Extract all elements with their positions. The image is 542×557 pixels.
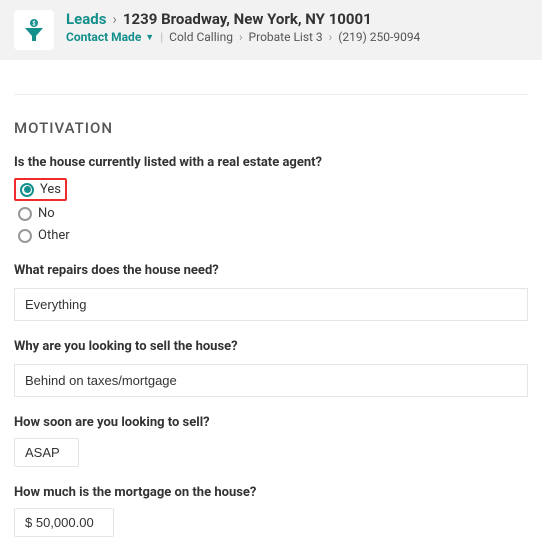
chevron-right-icon: ›	[112, 10, 117, 28]
mortgage-input[interactable]	[14, 508, 114, 537]
question-listed-agent: Is the house currently listed with a rea…	[14, 155, 528, 170]
radio-label: Other	[38, 228, 70, 243]
breadcrumb-primary: Leads › 1239 Broadway, New York, NY 1000…	[66, 10, 528, 28]
page-header: $ Leads › 1239 Broadway, New York, NY 10…	[0, 0, 542, 60]
breadcrumb-leads[interactable]: Leads	[66, 10, 106, 28]
breadcrumb-secondary: Contact Made ▼ | Cold Calling › Probate …	[66, 30, 528, 44]
radio-label: Yes	[40, 182, 61, 197]
radio-option-yes[interactable]: Yes	[14, 178, 67, 201]
section-divider	[14, 94, 528, 95]
how-soon-input[interactable]	[14, 438, 79, 467]
question-how-soon: How soon are you looking to sell?	[14, 415, 528, 430]
radio-icon	[18, 229, 32, 243]
radio-option-other[interactable]: Other	[14, 226, 74, 245]
breadcrumb-source[interactable]: Cold Calling	[169, 30, 233, 44]
chevron-right-icon: ›	[239, 30, 243, 44]
breadcrumb-address: 1239 Broadway, New York, NY 10001	[123, 10, 372, 28]
lead-funnel-icon: $	[14, 10, 54, 50]
chevron-right-icon: ›	[329, 30, 333, 44]
question-why-sell: Why are you looking to sell the house?	[14, 339, 528, 354]
repairs-input[interactable]	[14, 288, 528, 321]
question-mortgage: How much is the mortgage on the house?	[14, 485, 528, 500]
section-title: MOTIVATION	[14, 119, 528, 137]
breadcrumb-phone[interactable]: (219) 250-9094	[338, 30, 420, 44]
radio-option-no[interactable]: No	[14, 204, 59, 223]
radio-label: No	[38, 206, 55, 221]
radio-group-listed: Yes No Other	[14, 178, 528, 245]
radio-icon	[18, 207, 32, 221]
status-dropdown[interactable]: Contact Made ▼	[66, 30, 154, 44]
why-sell-input[interactable]	[14, 364, 528, 397]
question-repairs: What repairs does the house need?	[14, 263, 528, 278]
breadcrumb-list[interactable]: Probate List 3	[249, 30, 323, 44]
radio-icon	[20, 183, 34, 197]
divider-pipe: |	[160, 30, 163, 44]
chevron-down-icon: ▼	[145, 32, 154, 43]
svg-text:$: $	[32, 21, 36, 28]
content-area: MOTIVATION Is the house currently listed…	[0, 94, 542, 557]
status-label: Contact Made	[66, 30, 141, 44]
